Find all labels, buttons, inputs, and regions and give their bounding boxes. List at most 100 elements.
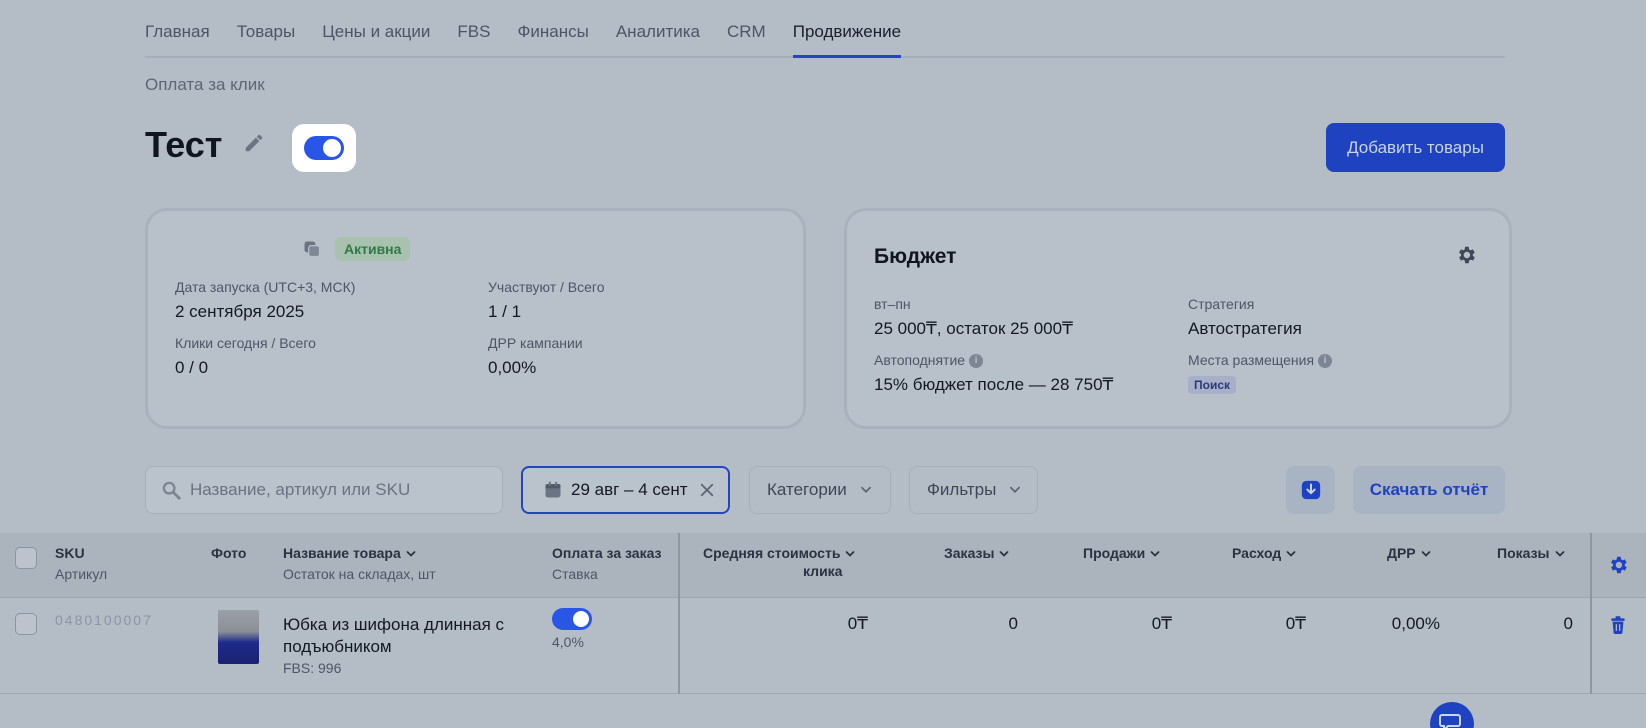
table-row[interactable]: 0480100007 Юбка из шифона длинная с подъ… <box>0 598 1646 694</box>
chevron-down-icon <box>406 551 416 558</box>
placement-label-wrap: Места размещения i <box>1188 352 1333 369</box>
page-title: Тест <box>145 124 223 165</box>
col-impressions: Показы <box>1497 545 1550 561</box>
participants-value: 1 / 1 <box>488 302 522 321</box>
strategy-value: Автостратегия <box>1188 319 1302 338</box>
date-range-filter[interactable]: 29 авг – 4 сент <box>521 466 730 514</box>
participants-label: Участвуют / Всего <box>488 279 605 295</box>
search-box[interactable] <box>145 466 503 514</box>
gear-icon[interactable] <box>1455 244 1477 266</box>
col-drr-sort[interactable]: ДРР <box>1387 545 1432 561</box>
placement-label: Места размещения <box>1188 352 1315 368</box>
nav-item-crm[interactable]: CRM <box>727 22 766 56</box>
autoraise-label-wrap: Автоподнятие i <box>874 352 984 369</box>
top-nav: Главная Товары Цены и акции FBS Финансы … <box>145 0 1505 58</box>
col-orders-sort[interactable]: Заказы <box>944 545 1010 561</box>
launch-date-value: 2 сентября 2025 <box>175 302 305 321</box>
date-range-text: 29 авг – 4 сент <box>571 480 688 499</box>
col-bid: Ставка <box>552 566 598 582</box>
edit-icon[interactable] <box>243 132 265 154</box>
col-impressions-sort[interactable]: Показы <box>1497 545 1566 561</box>
filters-label: Фильтры <box>927 480 997 499</box>
categories-dropdown[interactable]: Категории <box>749 466 891 514</box>
launch-date-label: Дата запуска (UTC+3, МСК) <box>175 279 356 295</box>
col-name: Название товара <box>283 545 401 561</box>
col-sku[interactable]: SKU <box>55 545 85 561</box>
table-header: SKU Артикул Фото Название товара Остаток… <box>0 533 1646 598</box>
col-pay-per-order: Оплата за заказ <box>552 545 662 561</box>
campaign-info-card: Активна Дата запуска (UTC+3, МСК) 2 сент… <box>145 208 806 429</box>
placement-badge: Поиск <box>1188 376 1237 394</box>
row-spend: 0₸ <box>1285 614 1306 633</box>
add-products-button[interactable]: Добавить товары <box>1326 123 1505 172</box>
strategy-label: Стратегия <box>1188 296 1255 312</box>
col-photo: Фото <box>211 545 247 561</box>
filters-dropdown[interactable]: Фильтры <box>909 466 1038 514</box>
campaign-toggle[interactable] <box>304 136 344 160</box>
nav-item-promotion[interactable]: Продвижение <box>792 22 902 58</box>
autoraise-value: 15% бюджет после — 28 750₸ <box>874 375 1114 394</box>
col-sales-sort[interactable]: Продажи <box>1083 545 1161 561</box>
categories-label: Категории <box>767 480 847 499</box>
campaign-toggle-container <box>292 124 356 172</box>
trash-icon[interactable] <box>1608 614 1628 636</box>
calendar-icon <box>545 481 561 498</box>
row-drr: 0,00% <box>1391 614 1440 633</box>
col-sales: Продажи <box>1083 545 1146 561</box>
col-name-sort[interactable]: Название товара <box>283 545 417 561</box>
col-avg-click-sort[interactable]: Средняя стоимость <box>703 545 856 561</box>
column-divider <box>678 533 680 598</box>
drr-label: ДРР кампании <box>488 335 583 351</box>
chat-icon <box>1439 714 1461 728</box>
chevron-down-icon <box>1000 551 1009 558</box>
col-spend-sort[interactable]: Расход <box>1232 545 1297 561</box>
chevron-down-icon <box>1010 486 1021 493</box>
drr-value: 0,00% <box>488 358 537 377</box>
gear-icon[interactable] <box>1607 554 1629 576</box>
period-value: 25 000₸, остаток 25 000₸ <box>874 319 1073 338</box>
product-photo[interactable] <box>218 610 259 664</box>
row-avg-click-cost: 0₸ <box>847 614 868 633</box>
chevron-down-icon <box>846 551 855 558</box>
copy-icon[interactable] <box>302 239 322 259</box>
status-badge: Активна <box>335 237 411 261</box>
chevron-down-icon <box>1150 551 1160 558</box>
close-icon[interactable] <box>698 481 716 499</box>
row-product-name[interactable]: Юбка из шифона длинная с подъюбником <box>283 614 523 658</box>
row-impressions: 0 <box>1563 614 1573 633</box>
select-all-checkbox[interactable] <box>15 547 37 569</box>
column-divider <box>1590 533 1592 598</box>
period-label: вт–пн <box>874 296 911 312</box>
download-report-button[interactable]: Скачать отчёт <box>1353 466 1505 514</box>
chevron-down-icon <box>1555 551 1564 558</box>
search-input[interactable] <box>190 480 490 500</box>
budget-title: Бюджет <box>874 245 957 268</box>
info-icon[interactable]: i <box>969 354 984 369</box>
row-sku: 0480100007 <box>55 612 153 628</box>
col-stock: Остаток на складах, шт <box>283 566 436 582</box>
budget-card: Бюджет вт–пн 25 000₸, остаток 25 000₸ Ст… <box>844 208 1512 429</box>
chevron-down-icon <box>1286 551 1296 558</box>
row-checkbox[interactable] <box>15 613 37 635</box>
row-sales: 0₸ <box>1151 614 1172 633</box>
col-avg-click: Средняя стоимость <box>703 545 841 561</box>
nav-item-products[interactable]: Товары <box>237 22 295 56</box>
chat-button[interactable] <box>1430 702 1474 728</box>
col-avg-click-line2: клика <box>803 563 843 579</box>
chevron-down-icon <box>860 486 871 493</box>
info-icon[interactable]: i <box>1318 354 1333 369</box>
download-icon <box>1301 480 1320 500</box>
download-icon-button[interactable] <box>1286 466 1335 514</box>
nav-item-finance[interactable]: Финансы <box>517 22 588 56</box>
col-article: Артикул <box>55 566 108 582</box>
nav-item-home[interactable]: Главная <box>145 22 210 56</box>
nav-item-prices[interactable]: Цены и акции <box>322 22 430 56</box>
row-stock: FBS: 996 <box>283 660 342 676</box>
nav-item-analytics[interactable]: Аналитика <box>616 22 700 56</box>
chevron-down-icon <box>1421 551 1431 558</box>
breadcrumb[interactable]: Оплата за клик <box>145 75 265 95</box>
pay-per-order-toggle[interactable] <box>552 608 592 630</box>
col-spend: Расход <box>1232 545 1282 561</box>
clicks-value: 0 / 0 <box>175 358 209 377</box>
nav-item-fbs[interactable]: FBS <box>457 22 490 56</box>
